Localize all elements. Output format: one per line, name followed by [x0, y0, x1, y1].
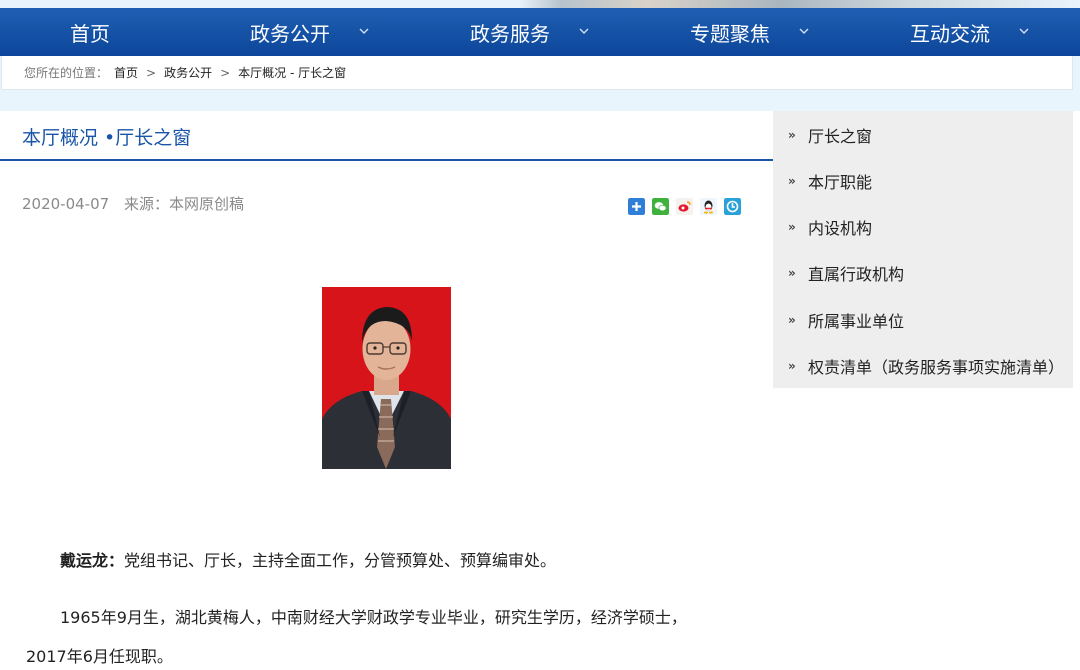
share-toolbar — [628, 198, 741, 215]
breadcrumb: 您所在的位置： 首页 > 政务公开 > 本厅概况 - 厅长之窗 — [1, 56, 1073, 90]
chevron-down-icon — [579, 28, 589, 34]
section-title-bar: 本厅概况 •厅长之窗 — [0, 111, 773, 161]
weibo-icon[interactable] — [676, 198, 693, 215]
double-arrow-icon: » — [788, 220, 796, 234]
sidebar-item-label: 直属行政机构 — [808, 265, 905, 284]
nav-item-label: 政务公开 — [250, 21, 330, 46]
breadcrumb-area: 您所在的位置： 首页 > 政务公开 > 本厅概况 - 厅长之窗 — [0, 56, 1080, 111]
double-arrow-icon: » — [788, 359, 796, 373]
section-title: 本厅概况 •厅长之窗 — [22, 127, 192, 149]
article-date: 2020-04-07 — [22, 195, 110, 213]
sidebar-item-label: 内设机构 — [808, 219, 873, 238]
nav-item-label: 首页 — [70, 21, 110, 46]
official-duty: 党组书记、厅长，主持全面工作，分管预算处、预算编审处。 — [124, 551, 557, 570]
sidebar-menu: » 厅长之窗 » 本厅职能 » 内设机构 » 直属行政机构 » 所属事业单位 »… — [773, 111, 1073, 388]
nav-item-label: 互动交流 — [910, 21, 990, 46]
breadcrumb-separator: > — [146, 65, 157, 80]
plus-share-icon[interactable] — [628, 198, 645, 215]
nav-item-label: 专题聚焦 — [690, 21, 770, 46]
sidebar-item-department-functions[interactable]: » 本厅职能 — [773, 158, 1073, 204]
sidebar-item-label: 厅长之窗 — [808, 127, 873, 146]
chevron-down-icon — [359, 28, 369, 34]
official-bio-line-2: 2017年6月任现职。 — [26, 647, 173, 666]
wechat-icon[interactable] — [652, 198, 669, 215]
double-arrow-icon: » — [788, 313, 796, 327]
breadcrumb-current[interactable]: 本厅概况 - 厅长之窗 — [238, 64, 346, 81]
double-arrow-icon: » — [788, 266, 796, 280]
breadcrumb-separator: > — [220, 65, 231, 80]
double-arrow-icon: » — [788, 174, 796, 188]
breadcrumb-link-government-affairs[interactable]: 政务公开 — [164, 64, 212, 81]
double-arrow-icon: » — [788, 128, 796, 142]
nav-item-home[interactable]: 首页 — [0, 8, 180, 56]
sidebar-item-label: 所属事业单位 — [808, 312, 905, 331]
article-source: 来源：本网原创稿 — [123, 195, 244, 213]
sidebar-item-label: 权责清单（政务服务事项实施清单） — [808, 358, 1065, 377]
official-portrait-photo — [322, 287, 451, 469]
header-banner-image — [0, 0, 1080, 8]
qzone-icon[interactable] — [724, 198, 741, 215]
chevron-down-icon — [1019, 28, 1029, 34]
article-meta: 2020-04-07 来源：本网原创稿 — [22, 193, 254, 214]
official-bio-line-1: 1965年9月生，湖北黄梅人，中南财经大学财政学专业毕业，研究生学历，经济学硕士… — [60, 608, 687, 627]
official-duty-paragraph: 戴运龙：党组书记、厅长，主持全面工作，分管预算处、预算编审处。 — [60, 547, 556, 571]
sidebar-item-director-window[interactable]: » 厅长之窗 — [773, 112, 1073, 158]
sidebar-item-label: 本厅职能 — [808, 173, 873, 192]
nav-item-government-services[interactable]: 政务服务 — [400, 8, 620, 56]
nav-item-label: 政务服务 — [470, 21, 550, 46]
breadcrumb-link-home[interactable]: 首页 — [114, 64, 138, 81]
nav-item-special-topics[interactable]: 专题聚焦 — [620, 8, 840, 56]
official-name: 戴运龙： — [60, 551, 125, 570]
qq-icon[interactable] — [700, 198, 717, 215]
breadcrumb-prefix: 您所在的位置： — [24, 66, 109, 80]
sidebar-item-responsibility-list[interactable]: » 权责清单（政务服务事项实施清单） — [773, 343, 1073, 389]
article-main: 本厅概况 •厅长之窗 2020-04-07 来源：本网原创稿 戴运龙：党组书记、… — [0, 111, 773, 670]
chevron-down-icon — [799, 28, 809, 34]
nav-item-interaction[interactable]: 互动交流 — [840, 8, 1060, 56]
page: 首页 政务公开 政务服务 专题聚焦 互动交流 您所在的位置： 首页 > 政务公开… — [0, 0, 1080, 670]
nav-item-government-affairs[interactable]: 政务公开 — [180, 8, 400, 56]
sidebar-item-internal-institutions[interactable]: » 内设机构 — [773, 204, 1073, 250]
sidebar-item-public-institutions[interactable]: » 所属事业单位 — [773, 297, 1073, 343]
sidebar-item-affiliated-administrative-bodies[interactable]: » 直属行政机构 — [773, 250, 1073, 296]
main-nav: 首页 政务公开 政务服务 专题聚焦 互动交流 — [0, 8, 1080, 56]
